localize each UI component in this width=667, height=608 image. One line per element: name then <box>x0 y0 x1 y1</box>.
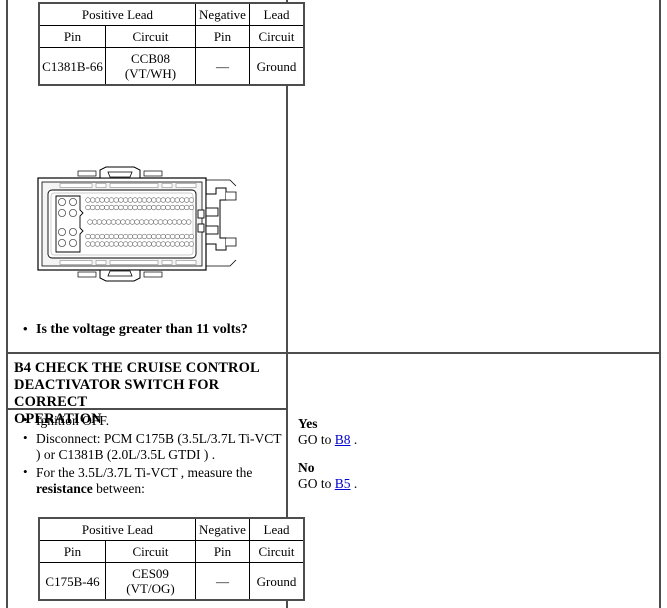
list-item: Is the voltage greater than 11 volts? <box>23 321 282 339</box>
lead-table-b3: Positive Lead Negative Lead Pin Circuit … <box>38 2 305 86</box>
table-row: Positive Lead Negative Lead <box>38 2 305 26</box>
answer-no-label: No <box>298 460 315 475</box>
goto-prefix: GO to <box>298 431 335 447</box>
instruction-suffix: between: <box>92 481 145 496</box>
answer-yes-action: GO to B8 . <box>298 432 655 448</box>
b3-question-list: Is the voltage greater than 11 volts? <box>6 321 286 340</box>
cell-pin-negative: — <box>195 47 250 86</box>
page-root: Positive Lead Negative Lead Pin Circuit … <box>0 0 667 608</box>
cell-pin-negative: — <box>195 562 250 601</box>
positive-lead-group-header: Positive Lead <box>38 2 196 26</box>
link-b8[interactable]: B8 <box>335 432 351 447</box>
action-spacer <box>298 447 655 460</box>
b4-instruction-list: Ignition OFF. Disconnect: PCM C175B (3.5… <box>6 412 286 499</box>
table-row: C1381B-66 CCB08 (VT/WH) — Ground <box>38 47 305 86</box>
negative-lead-group-header-lead: Lead <box>249 517 305 541</box>
table-row: Pin Circuit Pin Circuit <box>38 25 305 48</box>
negative-lead-group-header-negative: Negative <box>195 517 250 541</box>
pcm-connector-figure <box>30 166 245 284</box>
negative-lead-group-header-negative: Negative <box>195 2 250 26</box>
b4-heading-line-1: B4 CHECK THE CRUISE CONTROL <box>14 360 260 376</box>
lead-table-b4: Positive Lead Negative Lead Pin Circuit … <box>38 517 305 601</box>
b4-action-column: Yes GO to B8 . No GO to B5 . <box>288 410 661 497</box>
cell-circuit-positive: CES09 (VT/OG) <box>105 562 196 601</box>
list-item: Ignition OFF. <box>23 412 282 430</box>
header-pin-negative: Pin <box>195 25 250 48</box>
link-b5[interactable]: B5 <box>335 476 351 491</box>
b3-lead-table-container: Positive Lead Negative Lead Pin Circuit … <box>38 2 305 86</box>
answer-no-action: GO to B5 . <box>298 476 655 492</box>
table-row: C175B-46 CES09 (VT/OG) — Ground <box>38 562 305 601</box>
header-circuit-negative: Circuit <box>249 25 305 48</box>
positive-lead-group-header: Positive Lead <box>38 517 196 541</box>
cell-circuit-negative: Ground <box>249 562 305 601</box>
list-item: Disconnect: PCM C175B (3.5L/3.7L Ti-VCT … <box>23 430 282 464</box>
goto-suffix: . <box>350 431 358 447</box>
cell-circuit-negative: Ground <box>249 47 305 86</box>
table-row: Pin Circuit Pin Circuit <box>38 540 305 563</box>
header-circuit-positive: Circuit <box>105 25 196 48</box>
instruction-bold-term: resistance <box>36 481 93 496</box>
row-divider-b3-b4 <box>6 352 661 354</box>
negative-lead-group-header-lead: Lead <box>249 2 305 26</box>
header-circuit-negative: Circuit <box>249 540 305 563</box>
instruction-prefix: For the 3.5L/3.7L Ti-VCT , measure the <box>36 464 253 480</box>
cell-circuit-positive: CCB08 (VT/WH) <box>105 47 196 86</box>
header-pin-positive: Pin <box>38 25 106 48</box>
cell-pin-positive: C1381B-66 <box>38 47 106 86</box>
list-item: For the 3.5L/3.7L Ti-VCT , measure the r… <box>23 464 282 498</box>
header-pin-positive: Pin <box>38 540 106 563</box>
header-circuit-positive: Circuit <box>105 540 196 563</box>
goto-suffix: . <box>350 475 358 491</box>
cell-pin-positive: C175B-46 <box>38 562 106 601</box>
b4-heading-line-2: DEACTIVATOR SWITCH FOR CORRECT <box>14 377 220 410</box>
table-row: Positive Lead Negative Lead <box>38 517 305 541</box>
b4-lead-table-container: Positive Lead Negative Lead Pin Circuit … <box>38 517 305 601</box>
goto-prefix: GO to <box>298 475 335 491</box>
header-pin-negative: Pin <box>195 540 250 563</box>
answer-yes-label: Yes <box>298 416 318 431</box>
